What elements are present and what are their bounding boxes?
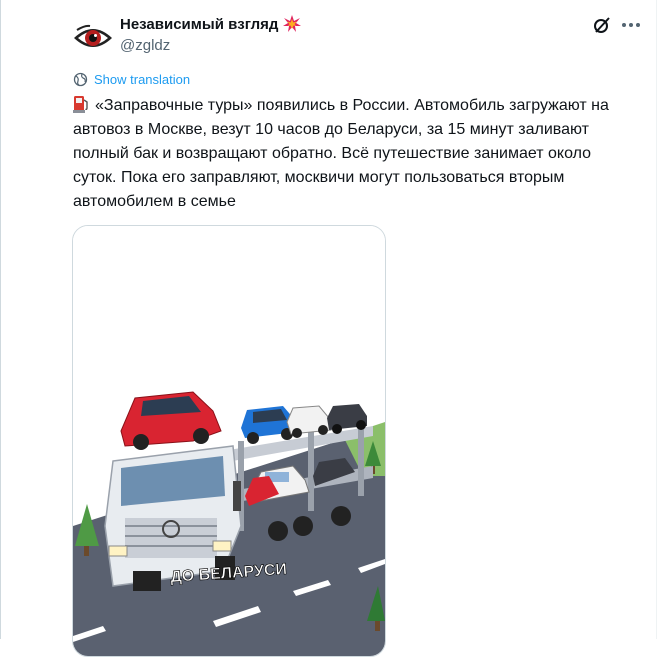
author-handle[interactable]: @zgldz	[120, 37, 170, 54]
tweet-body: «Заправочные туры» появились в России. А…	[73, 97, 609, 210]
right-divider	[656, 0, 657, 639]
avatar[interactable]	[71, 16, 115, 60]
left-divider	[0, 0, 1, 639]
eye-logo-icon	[71, 16, 115, 60]
tweet-media-image[interactable]: ДО БЕЛАРУСИ	[72, 225, 386, 657]
car-carrier-illustration: ДО БЕЛАРУСИ	[73, 226, 385, 656]
more-dots-icon	[622, 23, 640, 27]
grok-slash-icon	[594, 17, 610, 33]
globe-icon	[73, 72, 88, 87]
show-translation-label[interactable]: Show translation	[94, 72, 190, 87]
tweet-text: «Заправочные туры» появились в России. А…	[73, 94, 633, 214]
author-name-row[interactable]: Независимый взгляд	[120, 15, 302, 33]
show-translation-link[interactable]: Show translation	[73, 72, 190, 87]
more-button[interactable]	[620, 15, 642, 35]
collision-icon	[283, 15, 302, 32]
grok-button[interactable]	[592, 15, 612, 35]
author-display-name[interactable]: Независимый взгляд	[120, 16, 278, 33]
fuel-pump-icon	[73, 96, 88, 113]
